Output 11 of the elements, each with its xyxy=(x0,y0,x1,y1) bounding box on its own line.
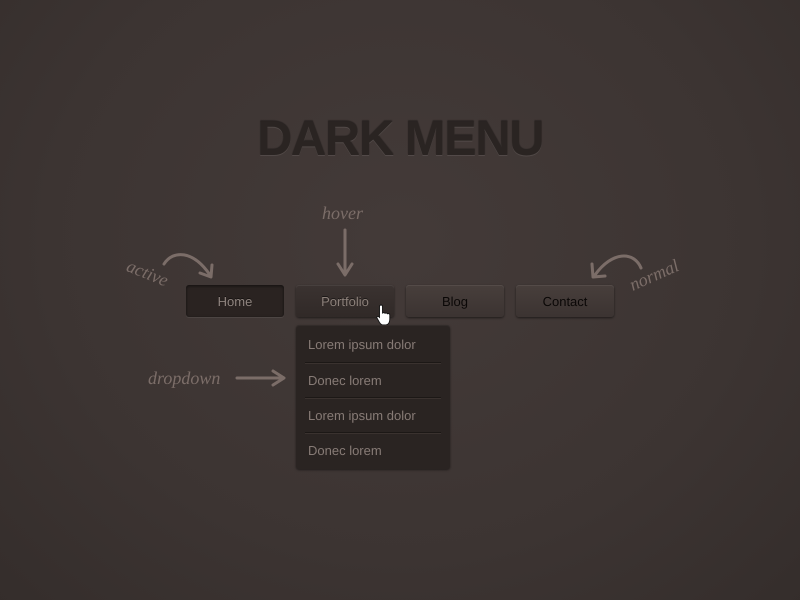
annotation-label: dropdown xyxy=(148,369,220,387)
right-arrow-icon xyxy=(235,368,287,388)
dropdown-item[interactable]: Donec lorem xyxy=(305,432,441,467)
annotation-label: active xyxy=(124,256,171,290)
nav-tab[interactable]: Portfolio xyxy=(296,285,394,317)
dropdown-item[interactable]: Donec lorem xyxy=(305,362,441,397)
dropdown-item[interactable]: Lorem ipsum dolor xyxy=(305,397,441,432)
down-arrow-icon xyxy=(336,228,354,278)
annotation-label: hover xyxy=(322,204,363,222)
nav-tab[interactable]: Home xyxy=(186,285,284,317)
dropdown-item[interactable]: Lorem ipsum dolor xyxy=(305,327,441,362)
